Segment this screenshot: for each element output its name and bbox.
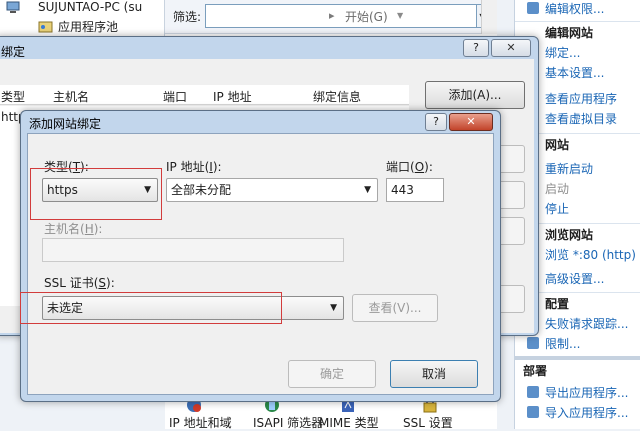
ip-select[interactable]: 全部未分配 ▼ [166, 178, 378, 202]
feature-label[interactable]: ISAPI 筛选器 [253, 414, 323, 431]
action-link[interactable]: 限制... [545, 335, 580, 352]
help-button[interactable]: ? [425, 113, 447, 131]
edit-icon [527, 2, 539, 14]
action-link[interactable]: 编辑权限... [545, 0, 604, 17]
close-button[interactable]: ✕ [449, 113, 493, 131]
filter-input[interactable] [205, 4, 477, 28]
limits-icon [527, 337, 539, 349]
add-binding-button[interactable]: 添加(A)... [425, 81, 525, 109]
action-section-header: 编辑网站 [545, 26, 594, 40]
dialog-title: 添加网站绑定 [29, 117, 102, 131]
port-input[interactable]: 443 [386, 178, 444, 202]
action-link[interactable]: 基本设置... [545, 64, 604, 81]
action-section-header: 部署 [523, 364, 548, 378]
column-header[interactable]: 端口 [163, 88, 187, 105]
action-link[interactable]: 绑定... [545, 44, 580, 61]
action-link[interactable]: 高级设置... [545, 270, 604, 287]
section-divider [515, 356, 640, 360]
type-highlight-box [30, 168, 162, 220]
ok-button: 确定 [288, 360, 376, 388]
section-divider [515, 21, 640, 22]
action-section-header: 浏览网站 [545, 228, 594, 242]
tree-node-app-pools[interactable]: 应用程序池 [58, 18, 118, 36]
column-header[interactable]: 绑定信息 [313, 88, 361, 105]
tree-node-computer[interactable]: SUJUNTAO-PC (su [38, 0, 142, 16]
column-header[interactable]: IP 地址 [213, 88, 252, 105]
feature-label[interactable]: MIME 类型 [319, 414, 379, 431]
action-section-header: 配置 [545, 297, 570, 311]
ip-value: 全部未分配 [171, 183, 232, 197]
help-button[interactable]: ? [463, 39, 489, 57]
ip-label: IP 地址(I): [166, 160, 222, 174]
action-link[interactable]: 导出应用程序... [545, 384, 628, 401]
add-binding-client: 类型(T): https ▼ IP 地址(I): 全部未分配 ▼ 端口(O): … [20, 133, 494, 395]
feature-label[interactable]: IP 地址和域 [169, 414, 232, 431]
top-scrollbar[interactable] [481, 0, 497, 34]
content-toolbar: 筛选: ▼ ▸ 开始(G) ▼ [165, 0, 497, 34]
computer-icon [6, 1, 20, 14]
filter-label: 筛选: [173, 10, 202, 24]
action-link[interactable]: 停止 [545, 200, 569, 217]
start-button[interactable]: 开始(G) [345, 8, 388, 25]
action-link[interactable]: 导入应用程序... [545, 404, 628, 421]
column-header[interactable]: 主机名 [53, 88, 89, 105]
action-link[interactable]: 浏览 *:80 (http) [545, 246, 636, 263]
ssl-highlight-box [20, 292, 282, 324]
ssl-label: SSL 证书(S): [44, 276, 115, 290]
column-header[interactable]: 类型 [1, 88, 25, 105]
port-label: 端口(O): [386, 160, 433, 174]
chevron-down-icon: ▼ [330, 303, 337, 313]
add-site-binding-dialog: 添加网站绑定 ? ✕ 类型(T): https ▼ IP 地址(I): 全部未分… [20, 110, 501, 402]
chevron-down-icon: ▼ [364, 185, 371, 195]
cancel-button[interactable]: 取消 [390, 360, 478, 388]
action-section-header: 网站 [545, 138, 570, 152]
start-icon: ▸ [329, 9, 335, 22]
action-link[interactable]: 重新启动 [545, 160, 593, 177]
feature-label[interactable]: SSL 设置 [403, 414, 453, 431]
dialog-title: 绑定 [1, 45, 26, 59]
app-pools-icon [38, 20, 54, 34]
action-link[interactable]: 失败请求跟踪... [545, 315, 628, 332]
view-certificate-button: 查看(V)... [352, 294, 438, 322]
host-label: 主机名(H): [44, 222, 103, 236]
action-link: 启动 [545, 182, 570, 196]
start-dropdown-icon: ▼ [397, 11, 404, 20]
host-input [42, 238, 344, 262]
import-icon [527, 406, 539, 418]
export-icon [527, 386, 539, 398]
bindings-list-header: 类型 主机名 端口 IP 地址 绑定信息 [0, 85, 409, 105]
close-button[interactable]: ✕ [491, 39, 531, 57]
action-link[interactable]: 查看虚拟目录 [545, 110, 617, 127]
action-link[interactable]: 查看应用程序 [545, 90, 617, 107]
